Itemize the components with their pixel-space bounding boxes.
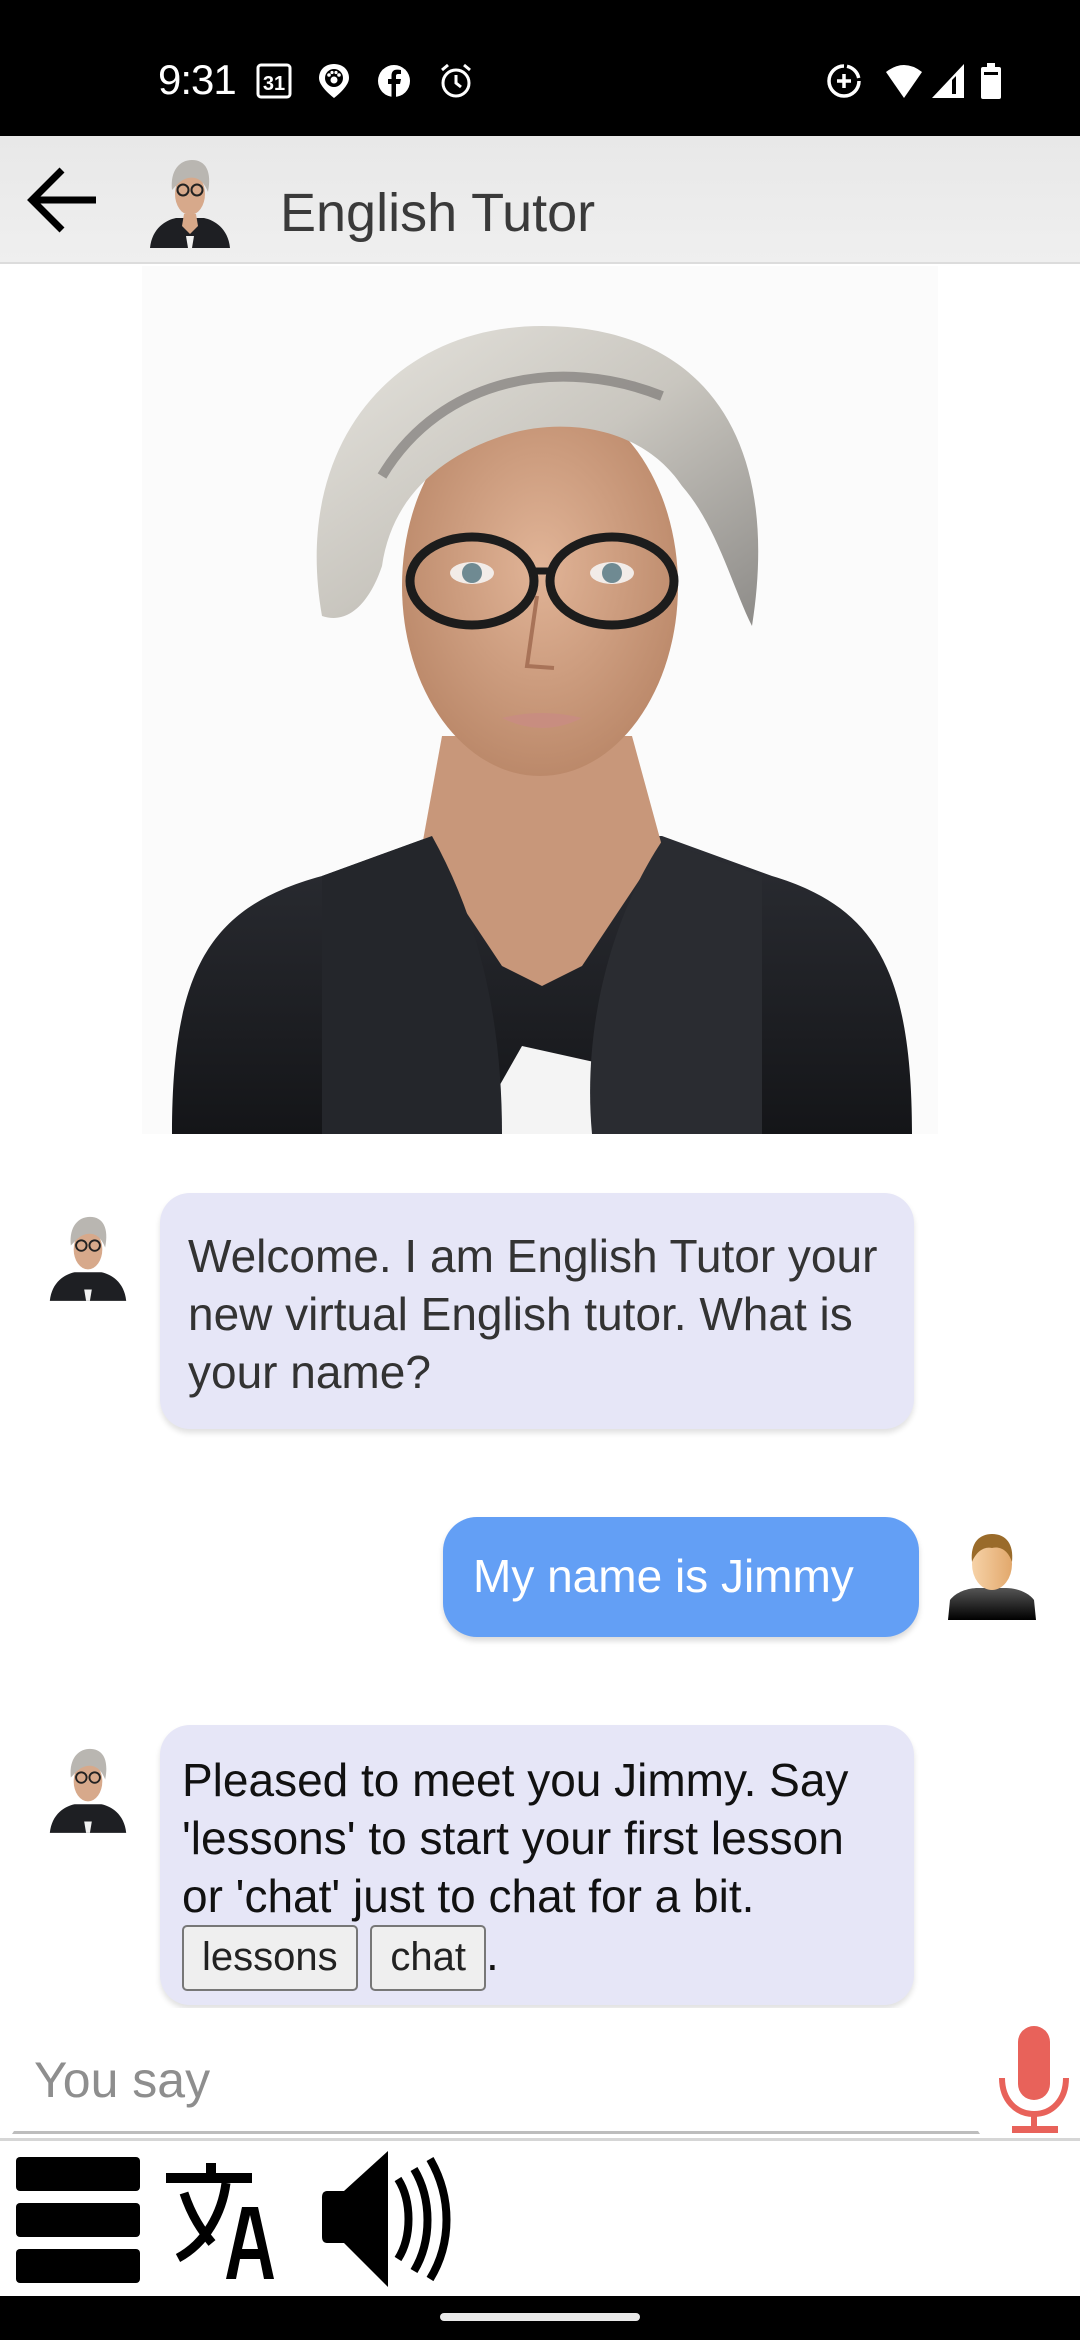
user-avatar xyxy=(946,1532,1038,1622)
speaker-icon xyxy=(322,2151,451,2287)
battery-icon xyxy=(980,62,1002,100)
bot-message-bubble: Welcome. I am English Tutor your new vir… xyxy=(160,1193,914,1429)
microphone-button[interactable] xyxy=(996,2024,1072,2136)
speaker-button[interactable] xyxy=(318,2151,458,2287)
status-bar: 9:31 31 xyxy=(0,0,1080,136)
menu-button[interactable] xyxy=(14,2155,142,2283)
wifi-icon xyxy=(884,62,924,100)
bot-message-bubble: Pleased to meet you Jimmy. Say 'lessons'… xyxy=(160,1725,914,2005)
input-row xyxy=(0,2008,1080,2138)
data-saver-icon xyxy=(826,62,862,100)
menu-icon xyxy=(16,2157,140,2283)
lessons-button[interactable]: lessons xyxy=(182,1925,358,1991)
tutor-avatar[interactable] xyxy=(146,156,234,248)
user-message-text: My name is Jimmy xyxy=(473,1550,854,1602)
app-bar: English Tutor xyxy=(0,136,1080,264)
microphone-icon xyxy=(999,2026,1069,2133)
back-button[interactable] xyxy=(22,162,102,238)
pet-location-icon xyxy=(316,62,352,100)
facebook-icon xyxy=(376,62,412,100)
you-say-input[interactable] xyxy=(12,2028,980,2134)
message-trailing-period: . xyxy=(486,1928,499,1980)
app-title: English Tutor xyxy=(280,183,596,243)
chat-button[interactable]: chat xyxy=(370,1925,487,1991)
arrow-left-icon xyxy=(27,167,96,233)
calendar-day: 31 xyxy=(263,73,285,95)
translate-icon xyxy=(166,2163,274,2279)
status-time: 9:31 xyxy=(158,56,237,103)
cell-signal-icon xyxy=(930,62,966,100)
alarm-icon xyxy=(438,62,474,100)
home-gesture-handle[interactable] xyxy=(440,2313,640,2321)
bot-message-avatar xyxy=(46,1744,130,1834)
system-nav-bar xyxy=(0,2296,1080,2340)
bot-message-text: Welcome. I am English Tutor your new vir… xyxy=(188,1230,878,1398)
tutor-portrait xyxy=(142,266,938,1134)
calendar-icon: 31 xyxy=(256,62,292,100)
bot-message-text: Pleased to meet you Jimmy. Say 'lessons'… xyxy=(182,1754,849,1922)
translate-button[interactable] xyxy=(166,2163,296,2279)
bot-message-avatar xyxy=(46,1212,130,1302)
user-message-bubble: My name is Jimmy xyxy=(443,1517,919,1637)
bottom-toolbar xyxy=(0,2141,1080,2296)
